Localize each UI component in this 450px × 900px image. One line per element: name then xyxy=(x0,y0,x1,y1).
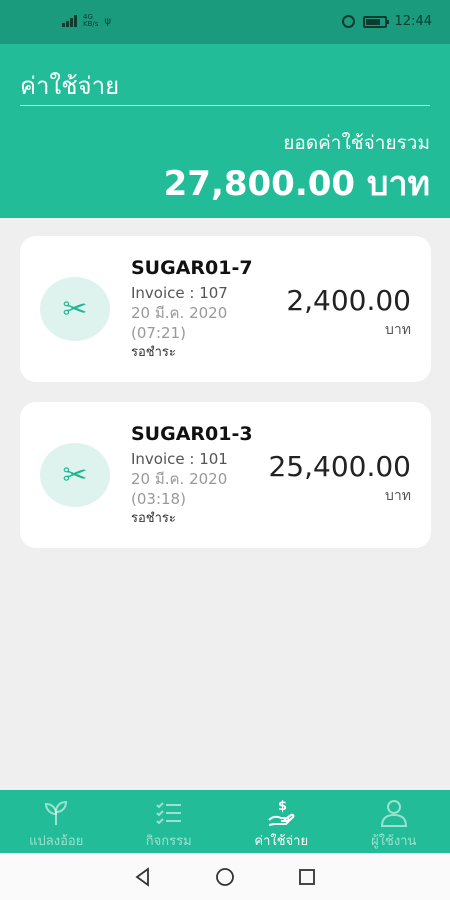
expense-date: 20 มี.ค. 2020 xyxy=(131,304,228,322)
nav-item-activities[interactable]: กิจกรรม xyxy=(113,790,226,853)
scissors-icon: ✂ xyxy=(40,277,110,341)
nav-label: กิจกรรม xyxy=(145,834,192,849)
expense-info: SUGAR01-3 Invoice : 101 20 มี.ค. 2020 (0… xyxy=(131,423,253,529)
alarm-icon xyxy=(341,15,355,28)
nav-label: ผู้ใช้งาน xyxy=(371,834,417,849)
header-divider xyxy=(20,105,430,106)
expense-info: SUGAR01-7 Invoice : 107 20 มี.ค. 2020 (0… xyxy=(131,257,253,363)
expense-amount: 25,400.00 xyxy=(268,450,411,483)
network-indicator: 4G KB/s xyxy=(83,14,98,28)
status-left: 4G KB/s ψ xyxy=(62,14,111,28)
expense-status: รอชำระ xyxy=(131,511,176,526)
battery-icon xyxy=(362,15,389,28)
expense-name: SUGAR01-7 xyxy=(131,257,253,279)
expense-list: ✂ SUGAR01-7 Invoice : 107 20 มี.ค. 2020 … xyxy=(20,236,431,568)
total-amount: 27,800.00 บาท xyxy=(163,164,430,204)
header: ค่าใช้จ่าย ยอดค่าใช้จ่ายรวม 27,800.00 บา… xyxy=(0,44,450,218)
expense-time: (03:18) xyxy=(131,490,186,508)
expense-date: 20 มี.ค. 2020 xyxy=(131,470,228,488)
expense-status: รอชำระ xyxy=(131,345,176,360)
expense-card[interactable]: ✂ SUGAR01-7 Invoice : 107 20 มี.ค. 2020 … xyxy=(20,236,431,382)
signal-icon xyxy=(62,15,77,27)
clock: 12:44 xyxy=(394,14,432,29)
svg-text:$: $ xyxy=(278,799,287,814)
nav-item-users[interactable]: ผู้ใช้งาน xyxy=(338,790,450,853)
total-label: ยอดค่าใช้จ่ายรวม xyxy=(283,132,430,154)
status-bar: 4G KB/s ψ 12:44 xyxy=(0,0,450,44)
bottom-nav: แปลงอ้อย กิจกรรม $ ค่าใช้จ่าย ผู้ใช้งาน xyxy=(0,790,450,853)
network-speed-unit: KB/s xyxy=(83,20,99,28)
checklist-icon xyxy=(156,802,181,825)
money-hand-icon: $ xyxy=(268,799,295,826)
expense-amount: 2,400.00 xyxy=(286,284,411,317)
battery-level xyxy=(365,18,380,25)
nav-label: แปลงอ้อย xyxy=(29,834,84,849)
nav-label: ค่าใช้จ่าย xyxy=(254,834,309,849)
user-icon xyxy=(380,800,407,827)
nav-item-plots[interactable]: แปลงอ้อย xyxy=(0,790,113,853)
nav-item-expenses[interactable]: $ ค่าใช้จ่าย xyxy=(225,790,338,853)
system-nav-bar xyxy=(0,853,450,900)
usb-icon: ψ xyxy=(104,15,112,27)
recents-icon[interactable] xyxy=(296,866,318,888)
expense-unit: บาท xyxy=(385,322,411,338)
expense-invoice: Invoice : 101 xyxy=(131,450,228,468)
sprout-icon xyxy=(45,800,68,825)
home-icon[interactable] xyxy=(214,866,236,888)
expense-unit: บาท xyxy=(385,488,411,504)
status-right: 12:44 xyxy=(341,14,432,29)
expense-time: (07:21) xyxy=(131,324,186,342)
back-icon[interactable] xyxy=(132,866,154,888)
scissors-icon: ✂ xyxy=(40,443,110,507)
page-title: ค่าใช้จ่าย xyxy=(20,72,120,100)
expense-invoice: Invoice : 107 xyxy=(131,284,228,302)
expense-name: SUGAR01-3 xyxy=(131,423,253,445)
expense-card[interactable]: ✂ SUGAR01-3 Invoice : 101 20 มี.ค. 2020 … xyxy=(20,402,431,548)
